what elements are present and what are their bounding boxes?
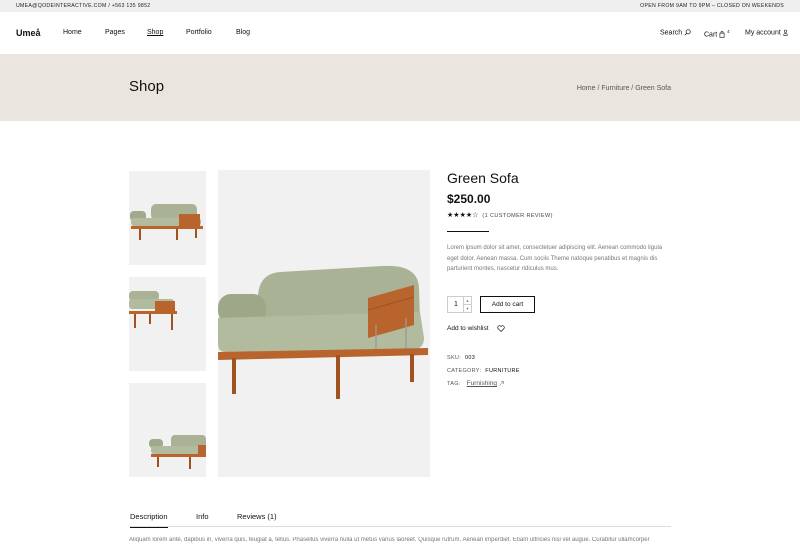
cart-icon [719,31,725,38]
divider [447,231,489,232]
cart-count: 4 [727,29,730,34]
search-icon [684,29,691,36]
quantity-value[interactable]: 1 [454,301,458,308]
site-logo[interactable]: Umeå [16,28,41,38]
sofa-front-image [130,204,203,240]
nav-home[interactable]: Home [63,29,82,36]
sku-row: SKU: 003 [447,355,475,361]
wishlist-label: Add to wishlist [447,325,489,333]
page-title-area: Shop Home / Furniture / Green Sofa [0,54,800,121]
category-row: CATEGORY: FURNITURE [447,368,520,374]
product-thumbnail-2[interactable] [129,277,206,371]
sofa-side-image [129,291,177,330]
tag-label: TAG: [447,381,461,387]
heart-icon [497,325,505,332]
tab-info[interactable]: Info [196,512,209,521]
sku-label: SKU: [447,355,462,361]
nav-blog[interactable]: Blog [236,29,250,36]
cart-label: Cart [704,31,718,39]
quantity-stepper[interactable]: 1 ▲ ▼ [447,296,472,313]
top-bar: UMEA@QODEINTERACTIVE.COM / +563 135 9852… [0,0,800,12]
product-main-image[interactable] [218,170,430,477]
tag-link[interactable]: Furnishing [467,380,497,387]
contact-info: UMEA@QODEINTERACTIVE.COM / +563 135 9852 [16,3,151,9]
rating-stars: ★★★★☆ [447,212,480,219]
opening-hours: OPEN FROM 9AM TO 9PM – CLOSED ON WEEKEND… [640,3,784,9]
product-title: Green Sofa [447,170,519,186]
review-count[interactable]: (1 CUSTOMER REVIEW) [482,213,552,219]
cart-link[interactable]: Cart 4 [704,29,730,38]
star-empty-icon: ☆ [472,212,479,219]
site-header: Umeå Home Pages Shop Portfolio Blog Sear… [0,12,800,54]
page-title: Shop [129,78,165,95]
sku-value: 003 [465,355,476,361]
user-icon [783,29,788,36]
search-link[interactable]: Search [660,29,691,36]
tab-description[interactable]: Description [130,512,168,528]
sofa-angle-image [149,435,206,469]
product-thumbnail-3[interactable] [129,383,206,477]
product-tabs: Description Info Reviews (1) [129,512,671,528]
decrease-quantity-icon[interactable]: ▼ [463,304,471,312]
increase-quantity-icon[interactable]: ▲ [463,297,471,305]
add-to-wishlist-link[interactable]: Add to wishlist [447,325,505,332]
breadcrumb[interactable]: Home / Furniture / Green Sofa [577,85,671,92]
product-rating[interactable]: ★★★★☆ (1 CUSTOMER REVIEW) [447,211,553,219]
search-label: Search [660,29,683,37]
tab-reviews[interactable]: Reviews (1) [237,512,277,521]
green-sofa-image [218,265,428,399]
tag-row: TAG: Furnishing [447,380,504,387]
nav-pages[interactable]: Pages [105,29,125,36]
product-price: $250.00 [447,192,491,206]
add-to-cart-button[interactable]: Add to cart [480,296,535,313]
arrow-up-right-icon [499,381,504,386]
account-label: My account [745,29,781,37]
category-link[interactable]: FURNITURE [485,368,519,374]
nav-shop[interactable]: Shop [147,29,163,36]
account-link[interactable]: My account [745,29,788,36]
nav-portfolio[interactable]: Portfolio [186,29,212,36]
product-description: Lorem ipsum dolor sit amet, consectetuer… [447,245,663,272]
category-label: CATEGORY: [447,368,482,374]
tab-content: Aliquam lorem ante, dapibus in, viverra … [129,537,650,543]
product-thumbnail-1[interactable] [129,171,206,265]
